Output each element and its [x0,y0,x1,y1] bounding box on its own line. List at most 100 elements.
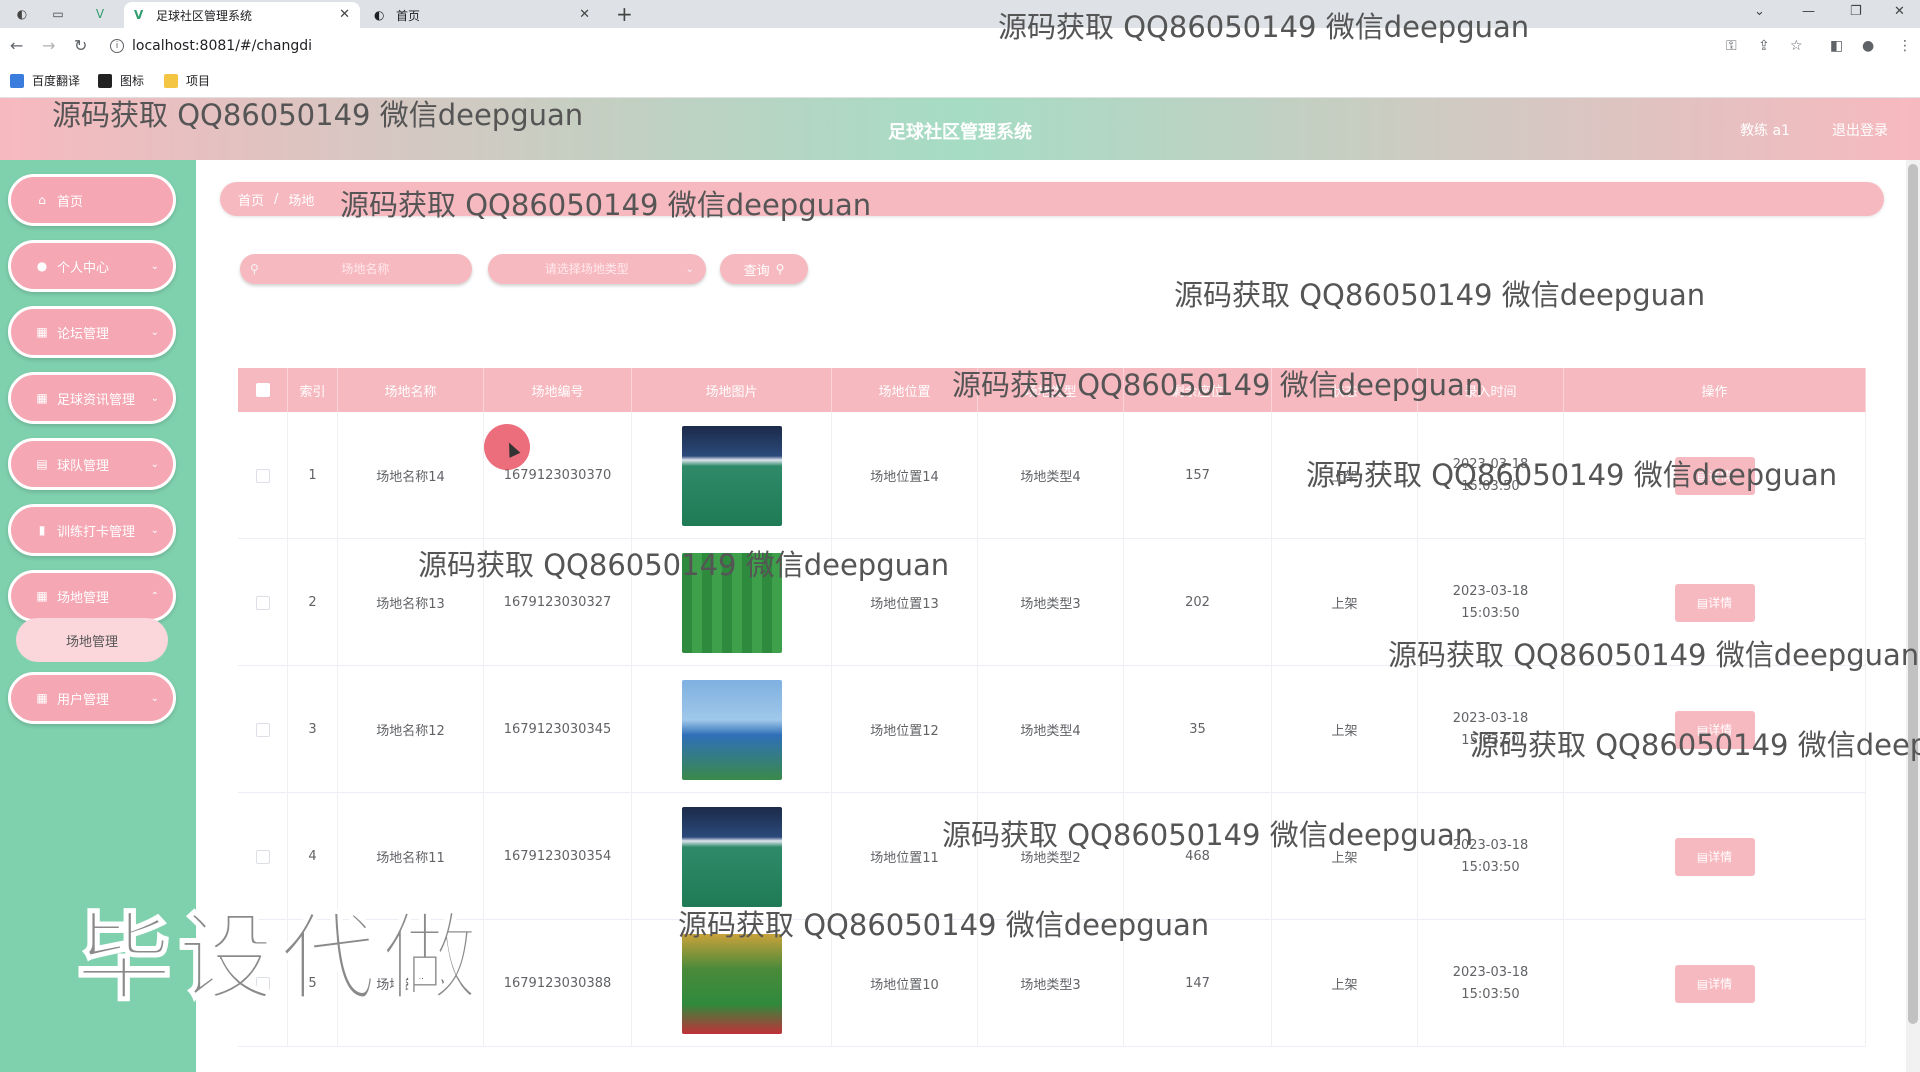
tab-title: 首页 [396,8,421,23]
select-all-checkbox[interactable] [255,383,270,397]
search-icon: ⚲ [775,262,785,276]
cell-code-text: 1679123030327 [503,595,612,610]
detail-button-label: 详情 [1708,469,1733,483]
pinned-tab-3[interactable]: V [90,4,110,24]
bookmark-icons[interactable]: 图标 [98,72,144,89]
cell-time: 2023-03-18 15:03:50 [1418,920,1564,1047]
tab-search-icon[interactable]: ⌄ [1754,4,1765,19]
pinned-tab-2[interactable]: ▭ [48,4,68,24]
tab-title: 足球社区管理系统 [156,8,253,23]
venue-image[interactable] [681,679,782,780]
sidebar-item-team[interactable]: ▤ 球队管理 ⌄ [8,438,176,490]
row-checkbox[interactable] [255,849,270,864]
cell-location: 场地位置11 [832,793,978,920]
minimize-button[interactable]: — [1802,4,1815,19]
venue-type-select[interactable]: ⌄ [488,254,706,284]
sidebar-item-forum[interactable]: ▦ 论坛管理 ⌄ [8,306,176,358]
bookmark-translate[interactable]: 百度翻译 [10,72,80,89]
sidebar-item-news[interactable]: ▦ 足球资讯管理 ⌄ [8,372,176,424]
pinned-tab-1[interactable]: ◐ [12,4,32,24]
logout-link[interactable]: 退出登录 [1832,120,1888,140]
key-icon[interactable]: ⚿ [1726,38,1737,54]
cell-image [632,539,832,666]
grid-icon: ▦ [36,391,48,405]
cell-name: 场地名称12 [338,666,484,793]
watermark: 源码获取 QQ86050149 微信deepguan [1174,278,1706,312]
detail-button[interactable]: ▤ 详情 [1674,837,1755,876]
back-icon[interactable]: ← [10,36,23,55]
cell-time-text: 2023-03-18 15:03:50 [1452,710,1529,748]
cell-type: 场地类型3 [978,920,1124,1047]
cell-seats-text: 468 [1185,849,1210,864]
detail-button[interactable]: ▤ 详情 [1674,964,1755,1003]
cell-location-text: 场地位置14 [870,470,939,485]
chevron-down-icon: ⌄ [150,326,159,338]
cell-type-text: 场地类型4 [1020,724,1081,739]
address-bar-row: ← → ↻ i localhost:8081/#/changdi ⚿ ⇪ ☆ ◧… [0,28,1920,64]
share-icon[interactable]: ⇪ [1758,38,1770,54]
vue-logo-icon: V [134,8,144,22]
cell-status: 上架 [1272,539,1418,666]
venue-image[interactable] [681,552,782,653]
current-user: 教练 a1 [1740,123,1790,139]
profile-icon[interactable]: ● [1862,38,1874,54]
row-checkbox[interactable] [255,722,270,737]
col-code: 场地编号 [484,368,632,412]
cell-seats: 202 [1124,539,1272,666]
star-icon[interactable]: ☆ [1790,38,1803,54]
sidebar-toggle-icon[interactable]: ◧ [1830,38,1843,54]
search-button[interactable]: 查询 ⚲ [720,254,808,284]
venue-image[interactable] [681,806,782,907]
close-tab-icon[interactable]: ✕ [579,7,590,22]
cell-time: 2023-03-18 15:03:50 [1418,666,1564,793]
cell-code: 1679123030354 [484,793,632,920]
cell-code-text: 1679123030370 [503,468,612,483]
bookmark-project[interactable]: 项目 [164,72,210,89]
cell-code-text: 1679123030354 [503,849,612,864]
row-checkbox[interactable] [255,468,270,483]
cell-actions: ▤ 详情 [1564,793,1866,920]
cell-name-text: 场地名称14 [376,470,445,485]
restore-button[interactable]: ❐ [1850,4,1862,19]
cell-image [632,793,832,920]
venue-name-input-wrapper: ⚲ [240,254,472,284]
cell-time-text: 2023-03-18 15:03:50 [1452,583,1529,621]
detail-button[interactable]: ▤ 详情 [1674,710,1755,749]
detail-button[interactable]: ▤ 详情 [1674,583,1755,622]
url-field[interactable]: i localhost:8081/#/changdi [110,34,1710,58]
venue-name-input[interactable] [258,262,472,276]
chevron-down-icon: ⌄ [150,524,159,536]
sidebar-item-users[interactable]: ▦ 用户管理 ⌄ [8,672,176,724]
breadcrumb-home[interactable]: 首页 [238,190,264,209]
browser-tab-active[interactable]: V 足球社区管理系统 ✕ [124,2,360,28]
url-text: localhost:8081/#/changdi [132,38,313,54]
col-index: 索引 [288,368,338,412]
sidebar-item-label: 场地管理 [57,590,110,606]
row-checkbox[interactable] [255,595,270,610]
page-scrollbar-thumb[interactable] [1908,164,1918,1024]
sidebar-item-venue[interactable]: ▦ 场地管理 ⌃ [8,570,176,622]
sidebar-item-home[interactable]: ⌂ 首页 [8,174,176,226]
cell-status-text: 上架 [1331,978,1358,993]
reload-icon[interactable]: ↻ [74,36,87,55]
col-seats: 剩余座位 [1124,368,1272,412]
sidebar-item-profile[interactable]: ● 个人中心 ⌄ [8,240,176,292]
venue-type-select-input[interactable] [488,262,686,276]
sidebar-item-label: 球队管理 [57,458,110,474]
new-tab-button[interactable]: + [616,2,633,26]
sidebar-item-training[interactable]: ▮ 训练打卡管理 ⌄ [8,504,176,556]
app-header: 足球社区管理系统 教练 a1 退出登录 [0,98,1920,160]
close-window-button[interactable]: ✕ [1894,4,1905,19]
venue-image[interactable] [681,425,782,526]
submenu-item-venue-management[interactable]: 场地管理 [16,618,168,662]
globe-icon: ◐ [374,8,385,22]
detail-button[interactable]: ▤ 详情 [1674,456,1755,495]
cell-name-text: 场地名称11 [376,851,445,866]
forward-icon[interactable]: → [42,36,55,55]
close-tab-icon[interactable]: ✕ [339,7,350,22]
menu-icon[interactable]: ⋮ [1898,38,1912,54]
venue-image[interactable] [681,933,782,1034]
sidebar-item-label: 论坛管理 [57,326,110,342]
browser-tab-home[interactable]: ◐ 首页 ✕ [364,2,600,28]
info-icon[interactable]: i [110,39,124,53]
